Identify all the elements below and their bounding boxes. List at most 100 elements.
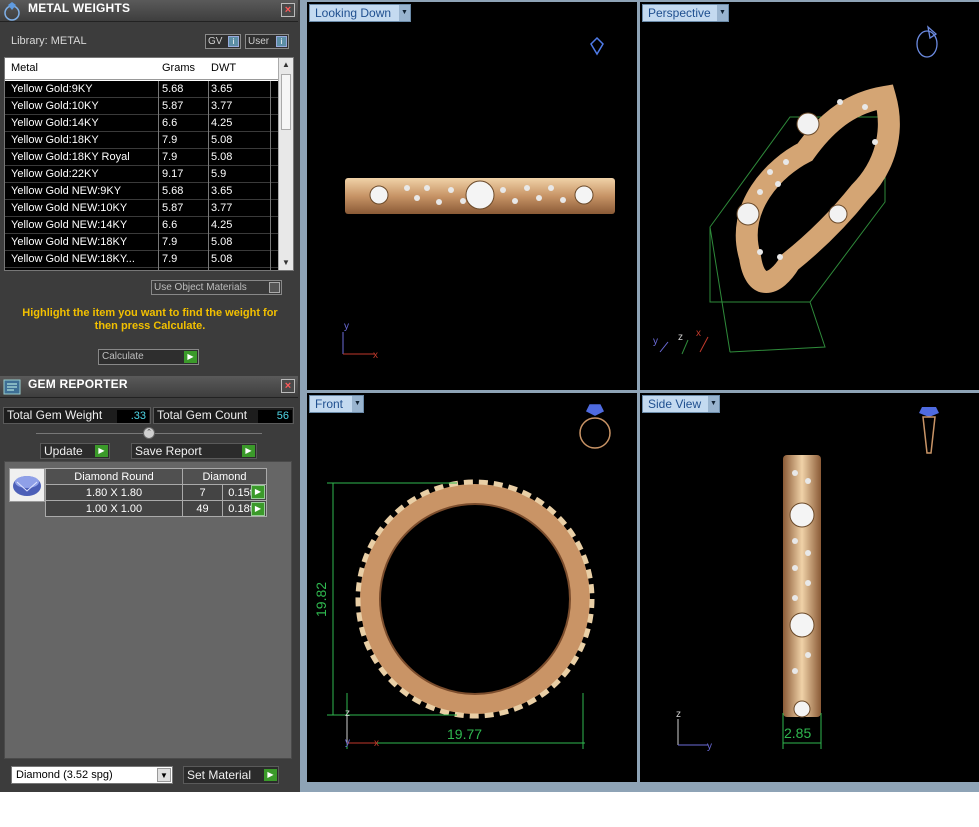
metal-row[interactable]: Yellow Gold NEW:18KY 7.9 5.08 (5, 234, 279, 251)
column-divider (158, 268, 159, 270)
metal-row[interactable]: Yellow Gold NEW:18KY... 7.9 5.08 (5, 251, 279, 268)
chevron-down-icon: ▼ (352, 396, 363, 412)
metal-grams: 5.87 (162, 100, 184, 112)
front-width-dimension: 19.77 (447, 726, 483, 742)
column-divider (208, 115, 209, 132)
viewport-perspective[interactable]: y z x Perspective ▼ (640, 2, 979, 390)
column-divider (270, 98, 271, 115)
gem-count: 7 (182, 484, 223, 501)
gem-row-play-icon[interactable]: ▶ (251, 485, 265, 499)
metal-weights-titlebar[interactable]: METAL WEIGHTS × (0, 0, 298, 22)
viewport-menu-looking-down[interactable]: Looking Down ▼ (309, 4, 411, 22)
play-icon: ▶ (242, 445, 255, 457)
metal-row[interactable]: Yellow Gold:22KY 9.17 5.9 (5, 166, 279, 183)
chevron-down-icon: ▼ (708, 396, 719, 412)
column-divider (208, 81, 209, 98)
column-divider (208, 251, 209, 268)
gem-size: 1.00 X 1.00 (45, 500, 183, 517)
metal-row[interactable]: Yellow Gold:10KY 5.87 3.77 (5, 98, 279, 115)
metal-weights-title: METAL WEIGHTS (28, 1, 131, 15)
column-divider (208, 217, 209, 234)
metal-dwt: 3.65 (211, 185, 233, 197)
close-metal-weights-icon[interactable]: × (281, 3, 295, 17)
metal-row[interactable]: Yellow Gold NEW:22KY 9.175.9 (5, 268, 279, 270)
col-dwt[interactable]: DWT (211, 62, 236, 74)
metal-row[interactable]: Yellow Gold NEW:9KY 5.68 3.65 (5, 183, 279, 200)
metal-weights-body: Library: METAL GV i User i Metal Grams D… (0, 22, 298, 374)
viewport-menu-perspective[interactable]: Perspective ▼ (642, 4, 729, 22)
scroll-thumb[interactable] (281, 74, 291, 130)
front-render: z y x (327, 404, 611, 749)
column-divider (158, 234, 159, 251)
gv-toggle[interactable]: GV i (205, 34, 241, 49)
gem-reporter-titlebar[interactable]: GEM REPORTER × (0, 376, 298, 398)
x-axis-label: x (373, 350, 378, 361)
gem-table-header: Diamond Round Diamond (45, 468, 267, 485)
gem-row-play-icon[interactable]: ▶ (251, 502, 265, 516)
metal-table-scrollbar[interactable]: ▲ ▼ (278, 58, 293, 270)
front-height-dimension: 19.82 (313, 581, 329, 617)
user-toggle[interactable]: User i (245, 34, 289, 49)
viewport-side[interactable]: z y 2.85 Side View ▼ (640, 393, 979, 782)
collapse-knob-icon[interactable]: ⌃ (143, 427, 155, 439)
update-button[interactable]: Update ▶ (40, 443, 110, 459)
viewport-menu-front[interactable]: Front ▼ (309, 395, 364, 413)
use-object-materials-checkbox[interactable]: Use Object Materials (151, 280, 282, 295)
total-gem-count: Total Gem Count 56 (153, 407, 294, 424)
column-divider (158, 81, 159, 98)
metal-grams: 6.6 (162, 219, 178, 231)
metal-name: Yellow Gold NEW:18KY... (11, 253, 135, 265)
column-divider (270, 200, 271, 217)
metal-row[interactable]: Yellow Gold:18KY Royal 7.9 5.08 (5, 149, 279, 166)
metal-row[interactable]: Yellow Gold:14KY 6.6 4.25 (5, 115, 279, 132)
metal-row[interactable]: Yellow Gold:9KY 5.68 3.65 (5, 81, 279, 98)
y-axis-label: y (345, 737, 350, 748)
gem-shape-header: Diamond Round (45, 468, 183, 485)
gem-reporter-icon (3, 379, 21, 395)
gem-row[interactable]: 1.00 X 1.00 49 0.18tw (45, 500, 267, 517)
viewport-front[interactable]: z y x 19.82 19.77 Front ▼ (307, 393, 637, 782)
metal-row[interactable]: Yellow Gold NEW:10KY 5.87 3.77 (5, 200, 279, 217)
viewport-area: y x Looking Down ▼ y z x Perspective ▼ z… (300, 0, 979, 792)
material-select-value: Diamond (3.52 spg) (16, 769, 113, 781)
gem-table: Diamond Round Diamond 1.80 X 1.80 7 0.15… (45, 468, 267, 517)
calculate-button[interactable]: Calculate ▶ (98, 349, 199, 365)
set-material-button[interactable]: Set Material ▶ (183, 766, 279, 784)
metal-row[interactable]: Yellow Gold NEW:14KY 6.6 4.25 (5, 217, 279, 234)
scroll-up-icon[interactable]: ▲ (279, 58, 293, 72)
metal-table[interactable]: Metal Grams DWT Yellow Gold:9KY 5.68 3.65 Y… (4, 57, 294, 271)
metal-dwt: 5.08 (211, 236, 233, 248)
x-axis-label: x (696, 328, 701, 339)
gem-row[interactable]: 1.80 X 1.80 7 0.15tw (45, 484, 267, 501)
column-divider (270, 81, 271, 98)
col-grams[interactable]: Grams (162, 62, 195, 74)
metal-name: Yellow Gold:14KY (11, 117, 99, 129)
gem-type-header: Diamond (182, 468, 267, 485)
y-axis-label: y (344, 321, 349, 332)
column-divider (208, 98, 209, 115)
col-metal[interactable]: Metal (11, 62, 38, 74)
gem-count: 49 (182, 500, 223, 517)
metal-dwt: 3.65 (211, 83, 233, 95)
save-report-button[interactable]: Save Report ▶ (131, 443, 257, 459)
metal-name: Yellow Gold:18KY (11, 134, 99, 146)
column-divider (270, 234, 271, 251)
checkbox-icon (269, 282, 280, 293)
z-axis-label: z (345, 708, 350, 719)
y-axis-label: y (707, 741, 712, 752)
viewport-looking-down[interactable]: y x Looking Down ▼ (307, 2, 637, 390)
scroll-down-icon[interactable]: ▼ (279, 256, 293, 270)
metal-dwt: 5.08 (211, 253, 233, 265)
viewport-menu-side[interactable]: Side View ▼ (642, 395, 720, 413)
column-divider (158, 149, 159, 166)
chevron-down-icon: ▼ (717, 5, 728, 21)
metal-dwt: 3.77 (211, 100, 233, 112)
total-gem-weight-label: Total Gem Weight (7, 408, 103, 422)
column-divider (208, 132, 209, 149)
close-gem-reporter-icon[interactable]: × (281, 379, 295, 393)
view-orientation-icon (590, 36, 604, 56)
ring-front-icon (579, 404, 611, 449)
side-width-dimension: 2.85 (784, 725, 812, 741)
material-select[interactable]: Diamond (3.52 spg) ▼ (11, 766, 173, 784)
metal-row[interactable]: Yellow Gold:18KY 7.9 5.08 (5, 132, 279, 149)
